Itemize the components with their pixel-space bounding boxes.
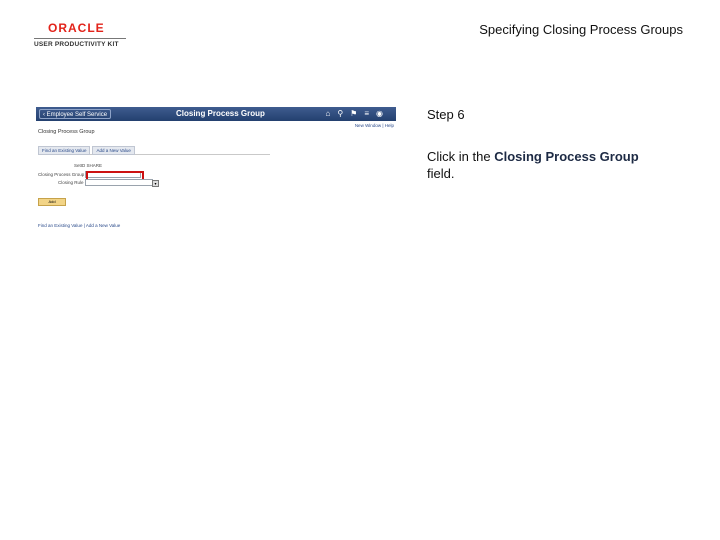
dropdown-icon[interactable]: ▾ <box>152 180 159 187</box>
application-screenshot: ‹ Employee Self Service Closing Process … <box>36 107 396 237</box>
search-icon[interactable]: ⚲ <box>337 109 350 118</box>
back-button-label: Employee Self Service <box>46 112 108 118</box>
home-icon[interactable]: ⌂ <box>325 109 337 118</box>
screenshot-title: Closing Process Group <box>38 129 95 135</box>
oracle-upk-logo: ORACLE USER PRODUCTIVITY KIT <box>34 22 126 48</box>
closing-rule-label: Closing Rule <box>58 180 84 185</box>
flag-icon[interactable]: ⚑ <box>350 109 364 118</box>
header-icon-group: ⌂⚲⚑≡◉ <box>325 109 390 118</box>
header-bar: ‹ Employee Self Service Closing Process … <box>36 107 396 121</box>
footer-links[interactable]: Find an Existing Value | Add a New Value <box>38 223 120 228</box>
menu-icon[interactable]: ≡ <box>364 109 376 118</box>
logo-divider <box>34 38 126 39</box>
document-title: Specifying Closing Process Groups <box>479 22 683 37</box>
setid-label: SetID SHARE <box>74 163 103 168</box>
closing-process-group-label: Closing Process Group <box>38 172 85 177</box>
tab-add-new-value[interactable]: Add a New Value <box>92 146 135 155</box>
back-button[interactable]: ‹ Employee Self Service <box>39 109 111 119</box>
search-tabs: Find an Existing Value Add a New Value <box>38 146 270 155</box>
setid-value: SHARE <box>86 163 103 168</box>
step-label: Step 6 <box>427 107 465 122</box>
instruction-text: Click in the Closing Process Group field… <box>427 148 657 182</box>
instruction-prefix: Click in the <box>427 149 495 164</box>
oracle-wordmark: ORACLE <box>48 21 105 35</box>
header-links[interactable]: New Window | Help <box>355 123 394 128</box>
closing-rule-field[interactable] <box>85 179 153 186</box>
tab-find-existing-value[interactable]: Find an Existing Value <box>38 146 91 155</box>
compass-icon[interactable]: ◉ <box>376 109 390 118</box>
screenshot-page-heading: Closing Process Group <box>176 109 265 118</box>
instruction-suffix: field. <box>427 166 455 181</box>
add-button[interactable]: Add <box>38 198 66 206</box>
instruction-target: Closing Process Group <box>494 149 639 164</box>
upk-wordmark: USER PRODUCTIVITY KIT <box>34 41 119 48</box>
